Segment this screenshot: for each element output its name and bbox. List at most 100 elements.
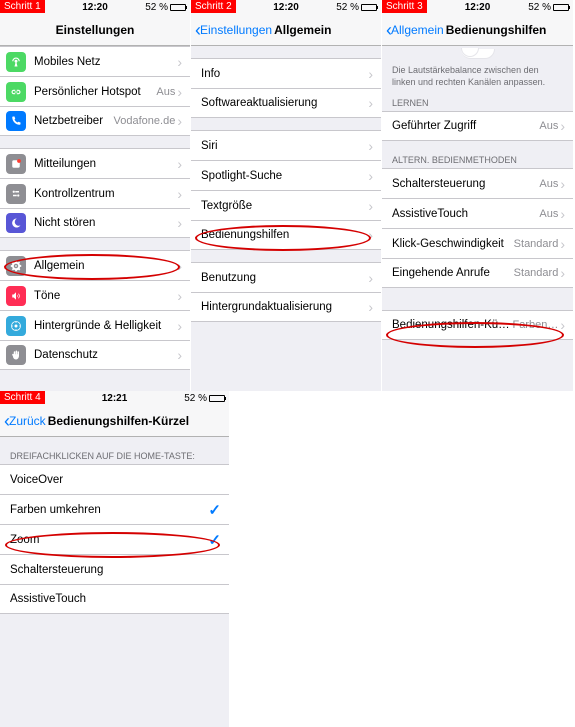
battery-percent: 52 % xyxy=(184,393,207,404)
cell-nicht-stoeren[interactable]: Nicht stören› xyxy=(0,208,190,238)
step-tag-1: Schritt 1 xyxy=(0,0,45,13)
chevron-right-icon: › xyxy=(177,84,182,100)
cell-klick-geschwindigkeit[interactable]: Klick-GeschwindigkeitStandard› xyxy=(382,228,573,258)
cell-farben-umkehren[interactable]: Farben umkehren✓ xyxy=(0,494,229,524)
cell-mitteilungen[interactable]: Mitteilungen› xyxy=(0,148,190,178)
chevron-right-icon: › xyxy=(177,288,182,304)
moon-icon xyxy=(6,213,26,233)
status-time: 12:20 xyxy=(273,2,299,13)
nav-bar: ‹Zurück Bedienungshilfen-Kürzel xyxy=(0,405,229,437)
sound-icon xyxy=(6,286,26,306)
chevron-right-icon: › xyxy=(560,265,565,281)
battery-percent: 52 % xyxy=(528,2,551,13)
step-tag-4: Schritt 4 xyxy=(0,391,45,404)
battery-icon xyxy=(209,395,225,402)
cell-eingehende-anrufe[interactable]: Eingehende AnrufeStandard› xyxy=(382,258,573,288)
chevron-right-icon: › xyxy=(177,156,182,172)
status-time: 12:20 xyxy=(82,2,108,13)
cell-voiceover[interactable]: VoiceOver xyxy=(0,464,229,494)
panel-schritt-3: Schritt 3 12:20 52 % ‹Allgemein Bedienun… xyxy=(382,0,573,391)
cell-benutzung[interactable]: Benutzung› xyxy=(191,262,381,292)
balance-slider-partial[interactable] xyxy=(461,49,495,59)
chevron-right-icon: › xyxy=(368,66,373,82)
phone-icon xyxy=(6,111,26,131)
cell-bedienungshilfen-kuerzel[interactable]: Bedienungshilfen-KürzelFarben…› xyxy=(382,310,573,340)
cell-zoom[interactable]: Zoom✓ xyxy=(0,524,229,554)
chevron-right-icon: › xyxy=(560,317,565,333)
chevron-right-icon: › xyxy=(560,118,565,134)
chevron-right-icon: › xyxy=(560,176,565,192)
cell-bedienungshilfen[interactable]: Bedienungshilfen› xyxy=(191,220,381,250)
cell-textgroesse[interactable]: Textgröße› xyxy=(191,190,381,220)
chevron-right-icon: › xyxy=(177,113,182,129)
cell-hintergrundaktualisierung[interactable]: Hintergrundaktualisierung› xyxy=(191,292,381,322)
battery-icon xyxy=(170,4,186,11)
gear-icon xyxy=(6,256,26,276)
section-altern: ALTERN. BEDIENMETHODEN xyxy=(382,151,573,168)
notifications-icon xyxy=(6,154,26,174)
cell-hintergruende[interactable]: Hintergründe & Helligkeit› xyxy=(0,310,190,340)
chevron-right-icon: › xyxy=(177,54,182,70)
back-button[interactable]: ‹Allgemein xyxy=(386,21,444,39)
battery-icon xyxy=(553,4,569,11)
cell-assistivetouch[interactable]: AssistiveTouchAus› xyxy=(382,198,573,228)
chevron-right-icon: › xyxy=(368,299,373,315)
chevron-right-icon: › xyxy=(368,168,373,184)
hand-icon xyxy=(6,345,26,365)
nav-title: Bedienungshilfen xyxy=(446,23,547,37)
chevron-right-icon: › xyxy=(368,227,373,243)
status-time: 12:20 xyxy=(465,2,491,13)
panel-schritt-1: Schritt 1 12:20 52 % Einstellungen Mobil… xyxy=(0,0,191,391)
chevron-right-icon: › xyxy=(177,215,182,231)
chevron-right-icon: › xyxy=(177,186,182,202)
cell-assistivetouch[interactable]: AssistiveTouch xyxy=(0,584,229,614)
chevron-right-icon: › xyxy=(368,95,373,111)
nav-title: Bedienungshilfen-Kürzel xyxy=(48,414,189,428)
balance-hint: Die Lautstärkebalance zwischen den linke… xyxy=(382,61,573,94)
nav-bar: ‹Allgemein Bedienungshilfen xyxy=(382,14,573,46)
section-lernen: LERNEN xyxy=(382,94,573,111)
chevron-right-icon: › xyxy=(177,318,182,334)
cell-siri[interactable]: Siri› xyxy=(191,130,381,160)
chevron-right-icon: › xyxy=(177,347,182,363)
nav-title: Einstellungen xyxy=(56,23,135,37)
chevron-right-icon: › xyxy=(368,198,373,214)
link-icon xyxy=(6,82,26,102)
nav-bar: ‹Einstellungen Allgemein xyxy=(191,14,381,46)
cell-mobiles-netz[interactable]: Mobiles Netz› xyxy=(0,46,190,76)
cell-spotlight[interactable]: Spotlight-Suche› xyxy=(191,160,381,190)
check-icon: ✓ xyxy=(208,501,221,519)
cell-schaltersteuerung[interactable]: SchaltersteuerungAus› xyxy=(382,168,573,198)
section-tripleclick: DREIFACHKLICKEN AUF DIE HOME-TASTE: xyxy=(0,447,229,464)
cell-gefuehrter-zugriff[interactable]: Geführter ZugriffAus› xyxy=(382,111,573,141)
nav-title: Allgemein xyxy=(274,23,331,37)
cell-netzbetreiber[interactable]: NetzbetreiberVodafone.de› xyxy=(0,106,190,136)
battery-percent: 52 % xyxy=(145,2,168,13)
chevron-right-icon: › xyxy=(368,138,373,154)
antenna-icon xyxy=(6,52,26,72)
wallpaper-icon xyxy=(6,316,26,336)
check-icon: ✓ xyxy=(208,531,221,549)
chevron-right-icon: › xyxy=(368,270,373,286)
back-button[interactable]: ‹Zurück xyxy=(4,412,46,430)
status-time: 12:21 xyxy=(102,393,128,404)
battery-percent: 52 % xyxy=(336,2,359,13)
battery-icon xyxy=(361,4,377,11)
cell-softwareaktualisierung[interactable]: Softwareaktualisierung› xyxy=(191,88,381,118)
chevron-right-icon: › xyxy=(560,206,565,222)
cell-info[interactable]: Info› xyxy=(191,58,381,88)
cell-kontrollzentrum[interactable]: Kontrollzentrum› xyxy=(0,178,190,208)
cell-schaltersteuerung[interactable]: Schaltersteuerung xyxy=(0,554,229,584)
cell-datenschutz[interactable]: Datenschutz› xyxy=(0,340,190,370)
cell-allgemein[interactable]: Allgemein› xyxy=(0,250,190,280)
step-tag-3: Schritt 3 xyxy=(382,0,427,13)
chevron-right-icon: › xyxy=(177,258,182,274)
chevron-right-icon: › xyxy=(560,236,565,252)
nav-bar: Einstellungen xyxy=(0,14,190,46)
panel-schritt-2: Schritt 2 12:20 52 % ‹Einstellungen Allg… xyxy=(191,0,382,391)
step-tag-2: Schritt 2 xyxy=(191,0,236,13)
cell-hotspot[interactable]: Persönlicher HotspotAus› xyxy=(0,76,190,106)
control-center-icon xyxy=(6,184,26,204)
back-button[interactable]: ‹Einstellungen xyxy=(195,21,272,39)
cell-toene[interactable]: Töne› xyxy=(0,280,190,310)
